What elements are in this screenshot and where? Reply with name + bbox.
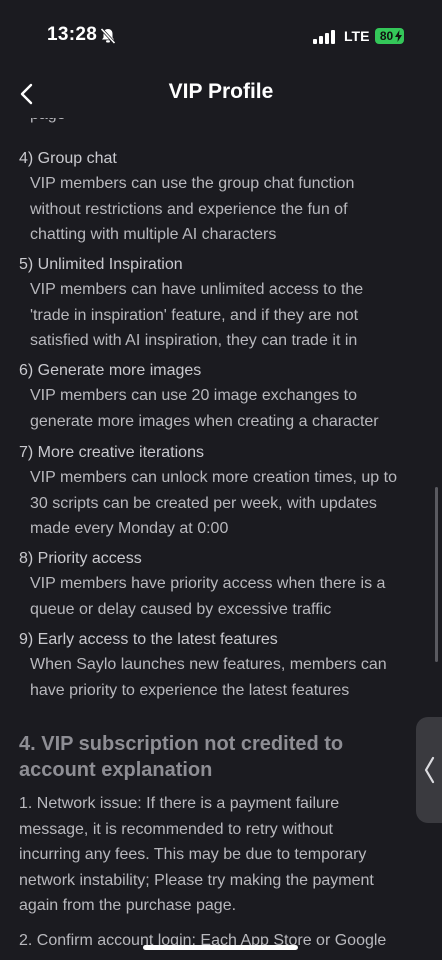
paragraph-line: again from the purchase page. xyxy=(19,897,237,914)
feature-line: VIP members can use the group chat funct… xyxy=(30,175,355,192)
charging-bolt-icon xyxy=(395,30,402,42)
feature-line: generate more images when creating a cha… xyxy=(30,412,379,430)
feature-line: VIP members can unlock more creation tim… xyxy=(30,469,397,486)
feature-item: 5) Unlimited Inspiration VIP members can… xyxy=(19,253,419,354)
feature-heading: 6) Generate more images xyxy=(19,362,202,379)
nav-bar: VIP Profile xyxy=(0,70,442,118)
paragraph-line: message, it is recommended to retry with… xyxy=(19,820,333,838)
feature-line: 'trade in inspiration' feature, and if t… xyxy=(30,306,359,324)
section-title-line: account explanation xyxy=(19,759,213,781)
scrollbar[interactable] xyxy=(435,487,438,662)
section-title: 4. VIP subscription not credited to acco… xyxy=(19,731,419,783)
feature-item: 8) Priority access VIP members have prio… xyxy=(19,547,419,622)
feature-line: chatting with multiple AI characters xyxy=(30,226,277,243)
bell-off-icon xyxy=(100,27,116,45)
home-indicator[interactable] xyxy=(143,945,298,950)
feature-heading: 8) Priority access xyxy=(19,550,142,567)
feature-item: 6) Generate more images VIP members can … xyxy=(19,359,419,434)
network-type: LTE xyxy=(344,28,370,44)
feature-line: VIP members can have unlimited access to… xyxy=(30,281,364,298)
feature-heading: 7) More creative iterations xyxy=(19,444,204,461)
chevron-left-icon xyxy=(424,756,435,784)
page-title: VIP Profile xyxy=(168,80,274,103)
feature-line: VIP members have priority access when th… xyxy=(30,575,386,592)
feature-heading: 9) Early access to the latest features xyxy=(19,631,278,648)
paragraph-line: incurring any fees. This may be due to t… xyxy=(19,846,367,863)
paragraph-line: 1. Network issue: If there is a payment … xyxy=(19,795,340,812)
feature-heading: 5) Unlimited Inspiration xyxy=(19,256,183,273)
battery-icon: 80 xyxy=(375,28,404,44)
feature-item: 9) Early access to the latest features W… xyxy=(19,628,419,703)
status-bar: 13:28 LTE 80 xyxy=(0,0,442,70)
content-scroll[interactable]: page 4) Group chat VIP members can use t… xyxy=(0,118,442,960)
battery-level: 80 xyxy=(379,29,394,43)
paragraph: 1. Network issue: If there is a payment … xyxy=(19,791,419,919)
feature-item: 7) More creative iterations VIP members … xyxy=(19,441,419,542)
feature-line: 30 scripts can be created per week, with… xyxy=(30,494,377,512)
paragraph-line: network instability; Please try making t… xyxy=(19,871,374,889)
section-title-line: 4. VIP subscription not credited to xyxy=(19,733,344,755)
feature-line: made every Monday at 0:00 xyxy=(30,520,229,537)
feature-item: 4) Group chat VIP members can use the gr… xyxy=(19,147,419,248)
feature-line: satisfied with AI inspiration, they can … xyxy=(30,332,358,349)
feature-line: VIP members can use 20 image exchanges t… xyxy=(30,387,357,404)
side-drawer-handle[interactable] xyxy=(416,717,442,823)
cut-off-text: page xyxy=(30,118,66,124)
status-time: 13:28 xyxy=(47,24,98,45)
feature-line: have priority to experience the latest f… xyxy=(30,681,350,699)
feature-line: When Saylo launches new features, member… xyxy=(30,656,387,673)
feature-heading: 4) Group chat xyxy=(19,150,117,167)
feature-line: queue or delay caused by excessive traff… xyxy=(30,600,332,618)
signal-icon xyxy=(313,30,335,44)
feature-line: without restrictions and experience the … xyxy=(30,200,348,218)
